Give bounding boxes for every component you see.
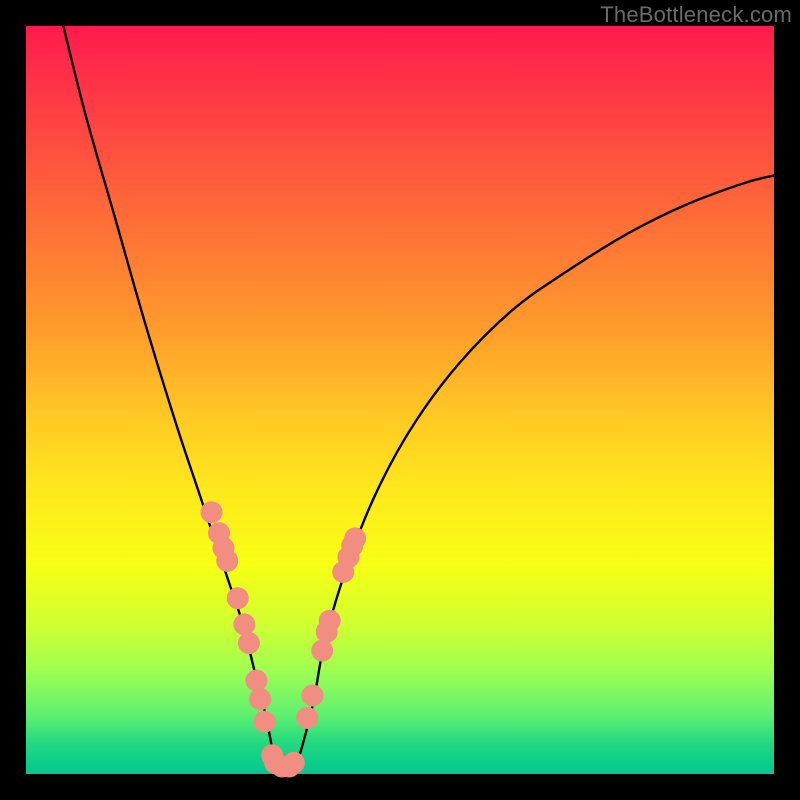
bottleneck-curve — [63, 26, 774, 775]
highlight-dot — [344, 527, 366, 549]
highlight-dot — [254, 711, 276, 733]
watermark-text: TheBottleneck.com — [600, 2, 792, 28]
chart-svg — [26, 26, 774, 774]
highlight-dot — [233, 613, 255, 635]
highlight-dot — [302, 685, 324, 707]
highlight-dot — [216, 550, 238, 572]
highlight-dot — [227, 587, 249, 609]
highlight-dot — [283, 752, 305, 774]
highlight-dots-group — [201, 501, 367, 777]
plot-area — [26, 26, 774, 774]
highlight-dot — [311, 640, 333, 662]
highlight-dot — [296, 707, 318, 729]
highlight-dot — [238, 632, 260, 654]
highlight-dot — [201, 501, 223, 523]
outer-black-frame: TheBottleneck.com — [0, 0, 800, 800]
highlight-dot — [319, 610, 341, 632]
highlight-dot — [249, 688, 271, 710]
highlight-dot — [245, 670, 267, 692]
